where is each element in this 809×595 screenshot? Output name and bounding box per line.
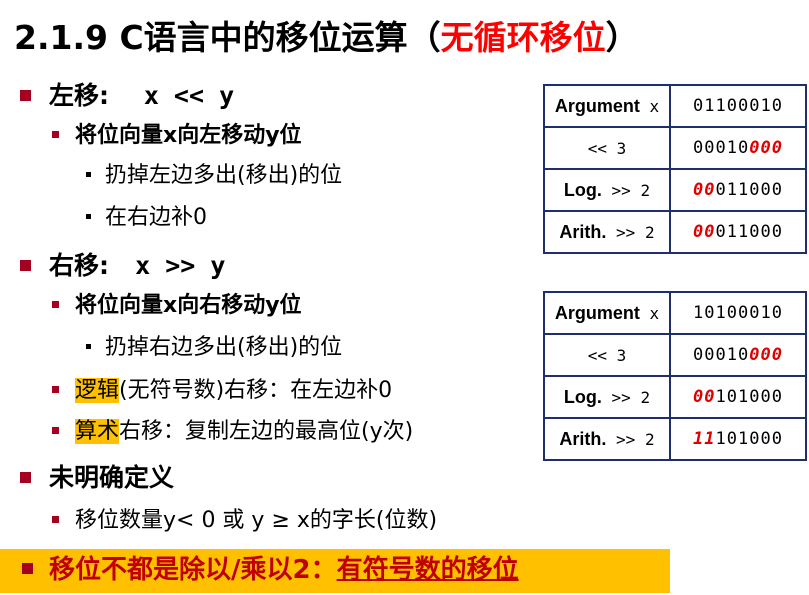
row-bits: 00101000 — [669, 375, 807, 419]
footer-highlight-bar: 移位不都是除以/乘以2：有符号数的移位 — [0, 549, 670, 593]
table-row: Argument x 01100010 — [543, 84, 807, 128]
bullet-square-icon — [20, 259, 31, 271]
table-row: Arith. >> 2 00011000 — [543, 210, 807, 254]
row-bits: 00010000 — [669, 126, 807, 170]
title-highlight: 无循环移位 — [440, 18, 606, 57]
undefined-label: 未明确定义 — [49, 463, 175, 492]
footer-prefix: 移位不都是除以/乘以2： — [49, 555, 337, 585]
list-item: 扔掉右边多出(移出)的位 — [86, 331, 342, 365]
bullet-square-icon — [86, 171, 91, 177]
logical-shift-item: 逻辑(无符号数)右移：在左边补0 — [52, 373, 392, 409]
bullet-square-icon — [52, 515, 59, 523]
row-label: Arith. >> 2 — [543, 417, 671, 461]
bullet-square-icon — [52, 426, 59, 434]
shift-table-1: Argument x 01100010 << 3 00010000 Log. >… — [543, 84, 807, 254]
table-row: Log. >> 2 00011000 — [543, 168, 807, 212]
right-shift-sub-text: 将位向量x向右移动y位 — [75, 293, 302, 318]
table-row: Arith. >> 2 11101000 — [543, 417, 807, 461]
right-shift-label: 右移: — [49, 251, 109, 280]
table-row: << 3 00010000 — [543, 333, 807, 377]
left-shift-sub-text: 将位向量x向左移动y位 — [75, 123, 302, 148]
bullet-square-icon — [52, 130, 59, 138]
arith-text: 右移：复制左边的最高位(y次) — [119, 419, 414, 444]
arith-highlight: 算术 — [75, 419, 120, 444]
row-label: Argument x — [543, 291, 671, 335]
title-close: ） — [605, 18, 639, 57]
left-shift-label: 左移: — [49, 81, 109, 110]
right-shift-sub: 将位向量x向右移动y位 — [52, 288, 302, 324]
row-label: Argument x — [543, 84, 671, 128]
row-label: Arith. >> 2 — [543, 210, 671, 254]
table-row: << 3 00010000 — [543, 126, 807, 170]
list-item-text: 在右边补0 — [105, 205, 207, 230]
row-label: << 3 — [543, 126, 671, 170]
table-row: Log. >> 2 00101000 — [543, 375, 807, 419]
undefined-item: 移位数量y< 0 或 y ≥ x的字长(位数) — [52, 503, 437, 539]
list-item: 扔掉左边多出(移出)的位 — [86, 159, 342, 193]
bullet-square-icon — [86, 213, 91, 219]
row-bits: 00011000 — [669, 168, 807, 212]
bullet-square-icon — [52, 385, 59, 393]
row-label: Log. >> 2 — [543, 168, 671, 212]
bullet-square-icon — [20, 89, 31, 101]
right-shift-heading: 右移: x >> y — [20, 246, 225, 286]
page-title: 2.1.9 C语言中的移位运算（无循环移位） — [14, 10, 639, 66]
arith-shift-item: 算术右移：复制左边的最高位(y次) — [52, 414, 413, 450]
row-bits: 00011000 — [669, 210, 807, 254]
title-main: 2.1.9 C语言中的移位运算（ — [14, 18, 441, 57]
list-item: 在右边补0 — [86, 201, 207, 235]
list-item-text: 扔掉左边多出(移出)的位 — [105, 163, 343, 188]
row-bits: 10100010 — [669, 291, 807, 335]
footer-underlined: 有符号数的移位 — [336, 555, 519, 585]
row-label: << 3 — [543, 333, 671, 377]
left-shift-expr: x << y — [143, 81, 235, 110]
bullet-square-icon — [86, 343, 91, 349]
undefined-item-text: 移位数量y< 0 或 y ≥ x的字长(位数) — [75, 508, 438, 533]
row-bits: 11101000 — [669, 417, 807, 461]
list-item-text: 扔掉右边多出(移出)的位 — [105, 335, 343, 360]
logical-highlight: 逻辑 — [75, 378, 120, 403]
row-bits: 00010000 — [669, 333, 807, 377]
right-shift-expr: x >> y — [135, 251, 226, 280]
row-bits: 01100010 — [669, 84, 807, 128]
bullet-square-icon — [52, 300, 59, 308]
row-label: Log. >> 2 — [543, 375, 671, 419]
logical-text: (无符号数)右移：在左边补0 — [119, 378, 393, 403]
table-row: Argument x 10100010 — [543, 291, 807, 335]
undefined-heading: 未明确定义 — [20, 458, 174, 498]
shift-table-2: Argument x 10100010 << 3 00010000 Log. >… — [543, 291, 807, 461]
bullet-square-icon — [22, 563, 33, 574]
bullet-square-icon — [20, 471, 31, 483]
left-shift-sub: 将位向量x向左移动y位 — [52, 118, 302, 154]
left-shift-heading: 左移: x << y — [20, 76, 234, 116]
